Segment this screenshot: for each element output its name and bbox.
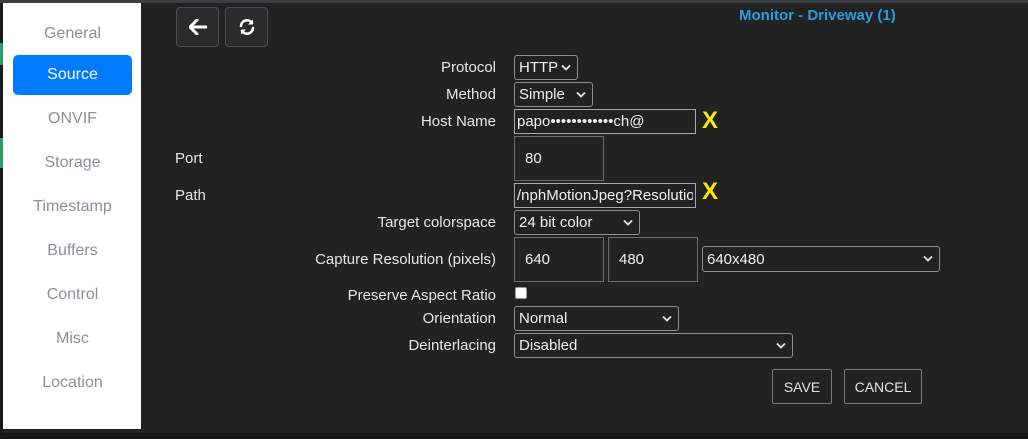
page-title: Monitor - Driveway (1) (739, 7, 896, 24)
chevron-down-icon (776, 342, 786, 349)
preserve-aspect-ratio-label: Preserve Aspect Ratio (347, 287, 496, 304)
path-marker: X (702, 178, 719, 205)
host-name-marker: X (702, 107, 719, 134)
save-button[interactable]: SAVE (772, 369, 832, 404)
port-input[interactable] (514, 136, 604, 181)
chevron-down-icon (576, 91, 586, 98)
protocol-value: HTTP (519, 59, 559, 76)
sidebar-item-timestamp[interactable]: Timestamp (13, 187, 132, 227)
refresh-button[interactable] (225, 7, 268, 47)
target-colorspace-label: Target colorspace (377, 214, 496, 231)
path-label: Path (175, 187, 206, 204)
orientation-select[interactable]: Normal (514, 306, 679, 331)
protocol-select[interactable]: HTTP (514, 55, 578, 80)
sidebar-item-control[interactable]: Control (13, 275, 132, 315)
orientation-label: Orientation (422, 310, 496, 327)
top-border (0, 0, 1028, 3)
sidebar-item-onvif[interactable]: ONVIF (13, 99, 132, 139)
host-name-label: Host Name (420, 113, 496, 130)
sidebar-item-source[interactable]: Source (13, 55, 132, 95)
chevron-down-icon (561, 64, 571, 71)
sidebar-item-misc[interactable]: Misc (13, 319, 132, 359)
target-colorspace-value: 24 bit color (519, 214, 593, 231)
sidebar-item-buffers[interactable]: Buffers (13, 231, 132, 271)
path-input[interactable] (514, 183, 696, 208)
deinterlacing-label: Deinterlacing (408, 337, 496, 354)
arrow-left-icon (188, 19, 207, 35)
bottom-border (0, 433, 1028, 439)
chevron-down-icon (623, 219, 633, 226)
capture-height-input[interactable] (608, 237, 698, 282)
port-label: Port (175, 150, 203, 167)
method-label: Method (445, 86, 496, 103)
cancel-button[interactable]: CANCEL (844, 369, 922, 404)
capture-resolution-label: Capture Resolution (pixels) (315, 251, 496, 268)
method-value: Simple (519, 86, 565, 103)
orientation-value: Normal (519, 310, 568, 327)
refresh-icon (239, 19, 254, 35)
target-colorspace-select[interactable]: 24 bit color (514, 210, 640, 235)
deinterlacing-select[interactable]: Disabled (514, 333, 793, 358)
host-name-input[interactable] (514, 109, 696, 134)
capture-resolution-preset-value: 640x480 (707, 250, 765, 268)
sidebar: General Source ONVIF Storage Timestamp B… (3, 3, 141, 429)
capture-width-input[interactable] (514, 237, 604, 282)
protocol-label: Protocol (440, 59, 496, 76)
deinterlacing-value: Disabled (519, 337, 578, 354)
sidebar-item-storage[interactable]: Storage (13, 143, 132, 183)
sidebar-item-general[interactable]: General (13, 14, 132, 54)
capture-resolution-preset-select[interactable]: 640x480 (702, 246, 940, 272)
back-button[interactable] (176, 7, 219, 47)
chevron-down-icon (923, 255, 933, 262)
chevron-down-icon (662, 315, 672, 322)
preserve-aspect-ratio-checkbox[interactable] (515, 287, 527, 299)
method-select[interactable]: Simple (514, 82, 593, 107)
sidebar-item-location[interactable]: Location (13, 363, 132, 403)
